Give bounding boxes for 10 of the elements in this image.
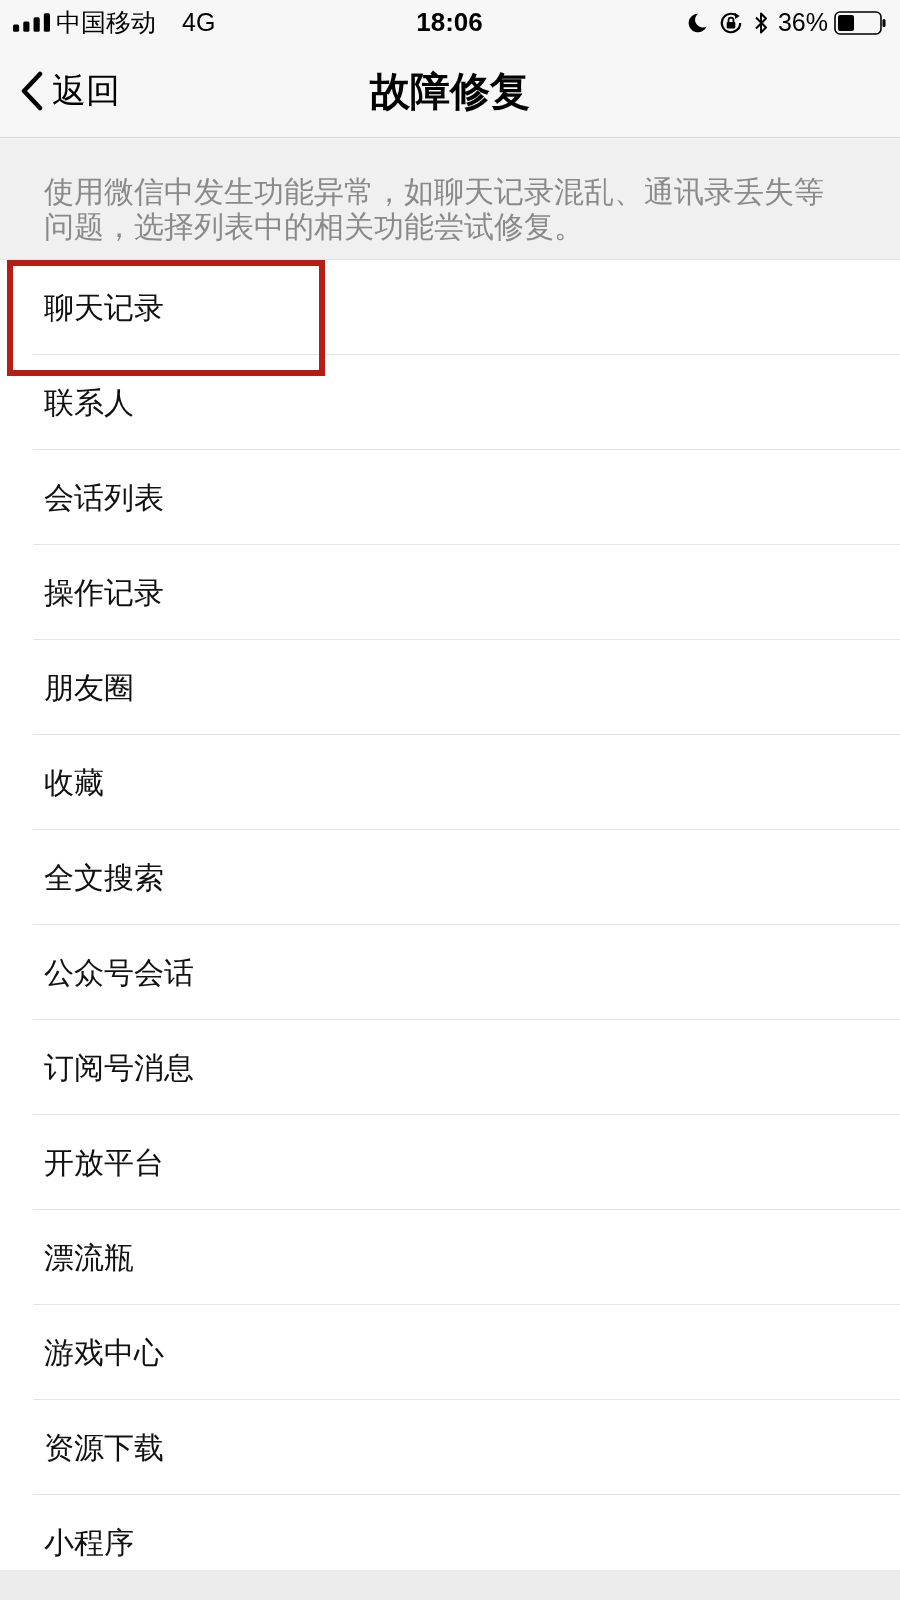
network-type: 4G [182, 8, 216, 37]
back-button[interactable]: 返回 [20, 68, 120, 114]
status-time: 18:06 [416, 7, 483, 38]
battery-percent: 36% [777, 8, 828, 37]
description-text: 使用微信中发生功能异常，如聊天记录混乱、通讯录丢失等问题，选择列表中的相关功能尝试修复。 [44, 174, 825, 244]
signal-icon [13, 13, 50, 32]
carrier-name: 中国移动 [56, 7, 156, 38]
back-icon [20, 71, 44, 111]
page-title: 故障修复 [370, 67, 530, 115]
battery-icon [834, 10, 886, 35]
